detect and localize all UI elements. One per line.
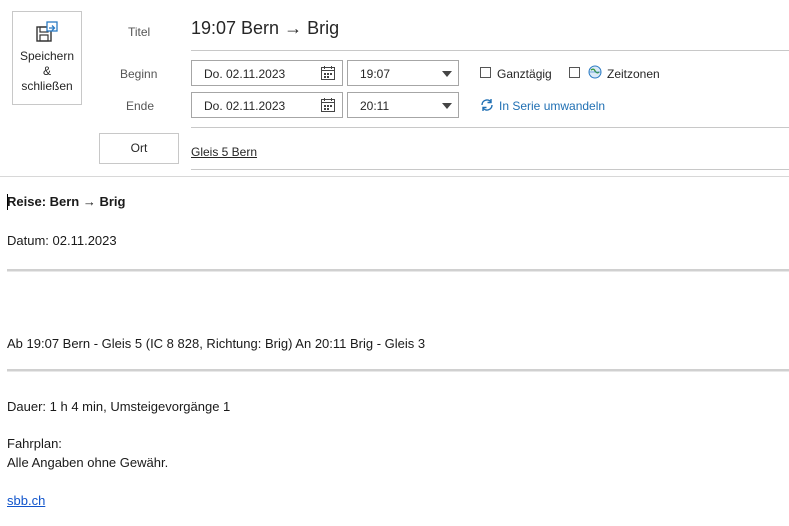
title-label: Titel <box>128 25 151 39</box>
time-underline <box>191 127 789 128</box>
location-underline <box>191 169 789 170</box>
body-duration-line: Dauer: 1 h 4 min, Umsteigevorgänge 1 <box>7 399 231 414</box>
start-date-value: Do. 02.11.2023 <box>204 67 286 81</box>
body-disclaimer: Alle Angaben ohne Gewähr. <box>7 455 169 470</box>
body-divider <box>0 176 789 177</box>
timezones-label: Zeitzonen <box>607 67 660 81</box>
start-label: Beginn <box>120 67 158 81</box>
location-button[interactable]: Ort <box>99 133 179 164</box>
title-underline <box>191 50 789 51</box>
end-date-value: Do. 02.11.2023 <box>204 99 286 113</box>
start-time-value: 19:07 <box>360 67 391 81</box>
save-and-close-button[interactable]: Speichern & schließen <box>12 11 82 105</box>
end-label: Ende <box>126 99 155 113</box>
refresh-icon[interactable] <box>480 98 494 112</box>
all-day-label: Ganztägig <box>497 67 552 81</box>
chevron-down-icon <box>442 71 452 77</box>
globe-icon <box>588 65 602 79</box>
title-input[interactable]: 19:07 Bern → Brig <box>191 18 339 39</box>
body-timetable-label: Fahrplan: <box>7 436 62 451</box>
body-date-line: Datum: 02.11.2023 <box>7 233 117 248</box>
sbb-link[interactable]: sbb.ch <box>7 493 45 508</box>
location-input[interactable]: Gleis 5 Bern <box>191 145 257 159</box>
horizontal-rule <box>7 369 789 372</box>
save-close-icon <box>36 21 58 42</box>
all-day-checkbox[interactable] <box>480 67 491 78</box>
end-time-dropdown[interactable]: 20:11 <box>347 92 459 118</box>
calendar-icon[interactable] <box>320 97 336 113</box>
start-date-picker[interactable]: Do. 02.11.2023 <box>191 60 343 86</box>
start-time-dropdown[interactable]: 19:07 <box>347 60 459 86</box>
chevron-down-icon <box>442 103 452 109</box>
horizontal-rule <box>7 269 789 272</box>
timezones-checkbox[interactable] <box>569 67 580 78</box>
body-heading: Reise: Bern → Brig <box>7 194 126 209</box>
save-label-line1: Speichern <box>19 49 75 63</box>
save-label-line3: schließen <box>21 79 73 93</box>
convert-to-series-link[interactable]: In Serie umwandeln <box>499 99 605 113</box>
calendar-icon[interactable] <box>320 65 336 81</box>
body-connection-line: Ab 19:07 Bern - Gleis 5 (IC 8 828, Richt… <box>7 336 426 351</box>
save-label-line2: & <box>42 64 51 78</box>
end-time-value: 20:11 <box>360 99 390 113</box>
end-date-picker[interactable]: Do. 02.11.2023 <box>191 92 343 118</box>
